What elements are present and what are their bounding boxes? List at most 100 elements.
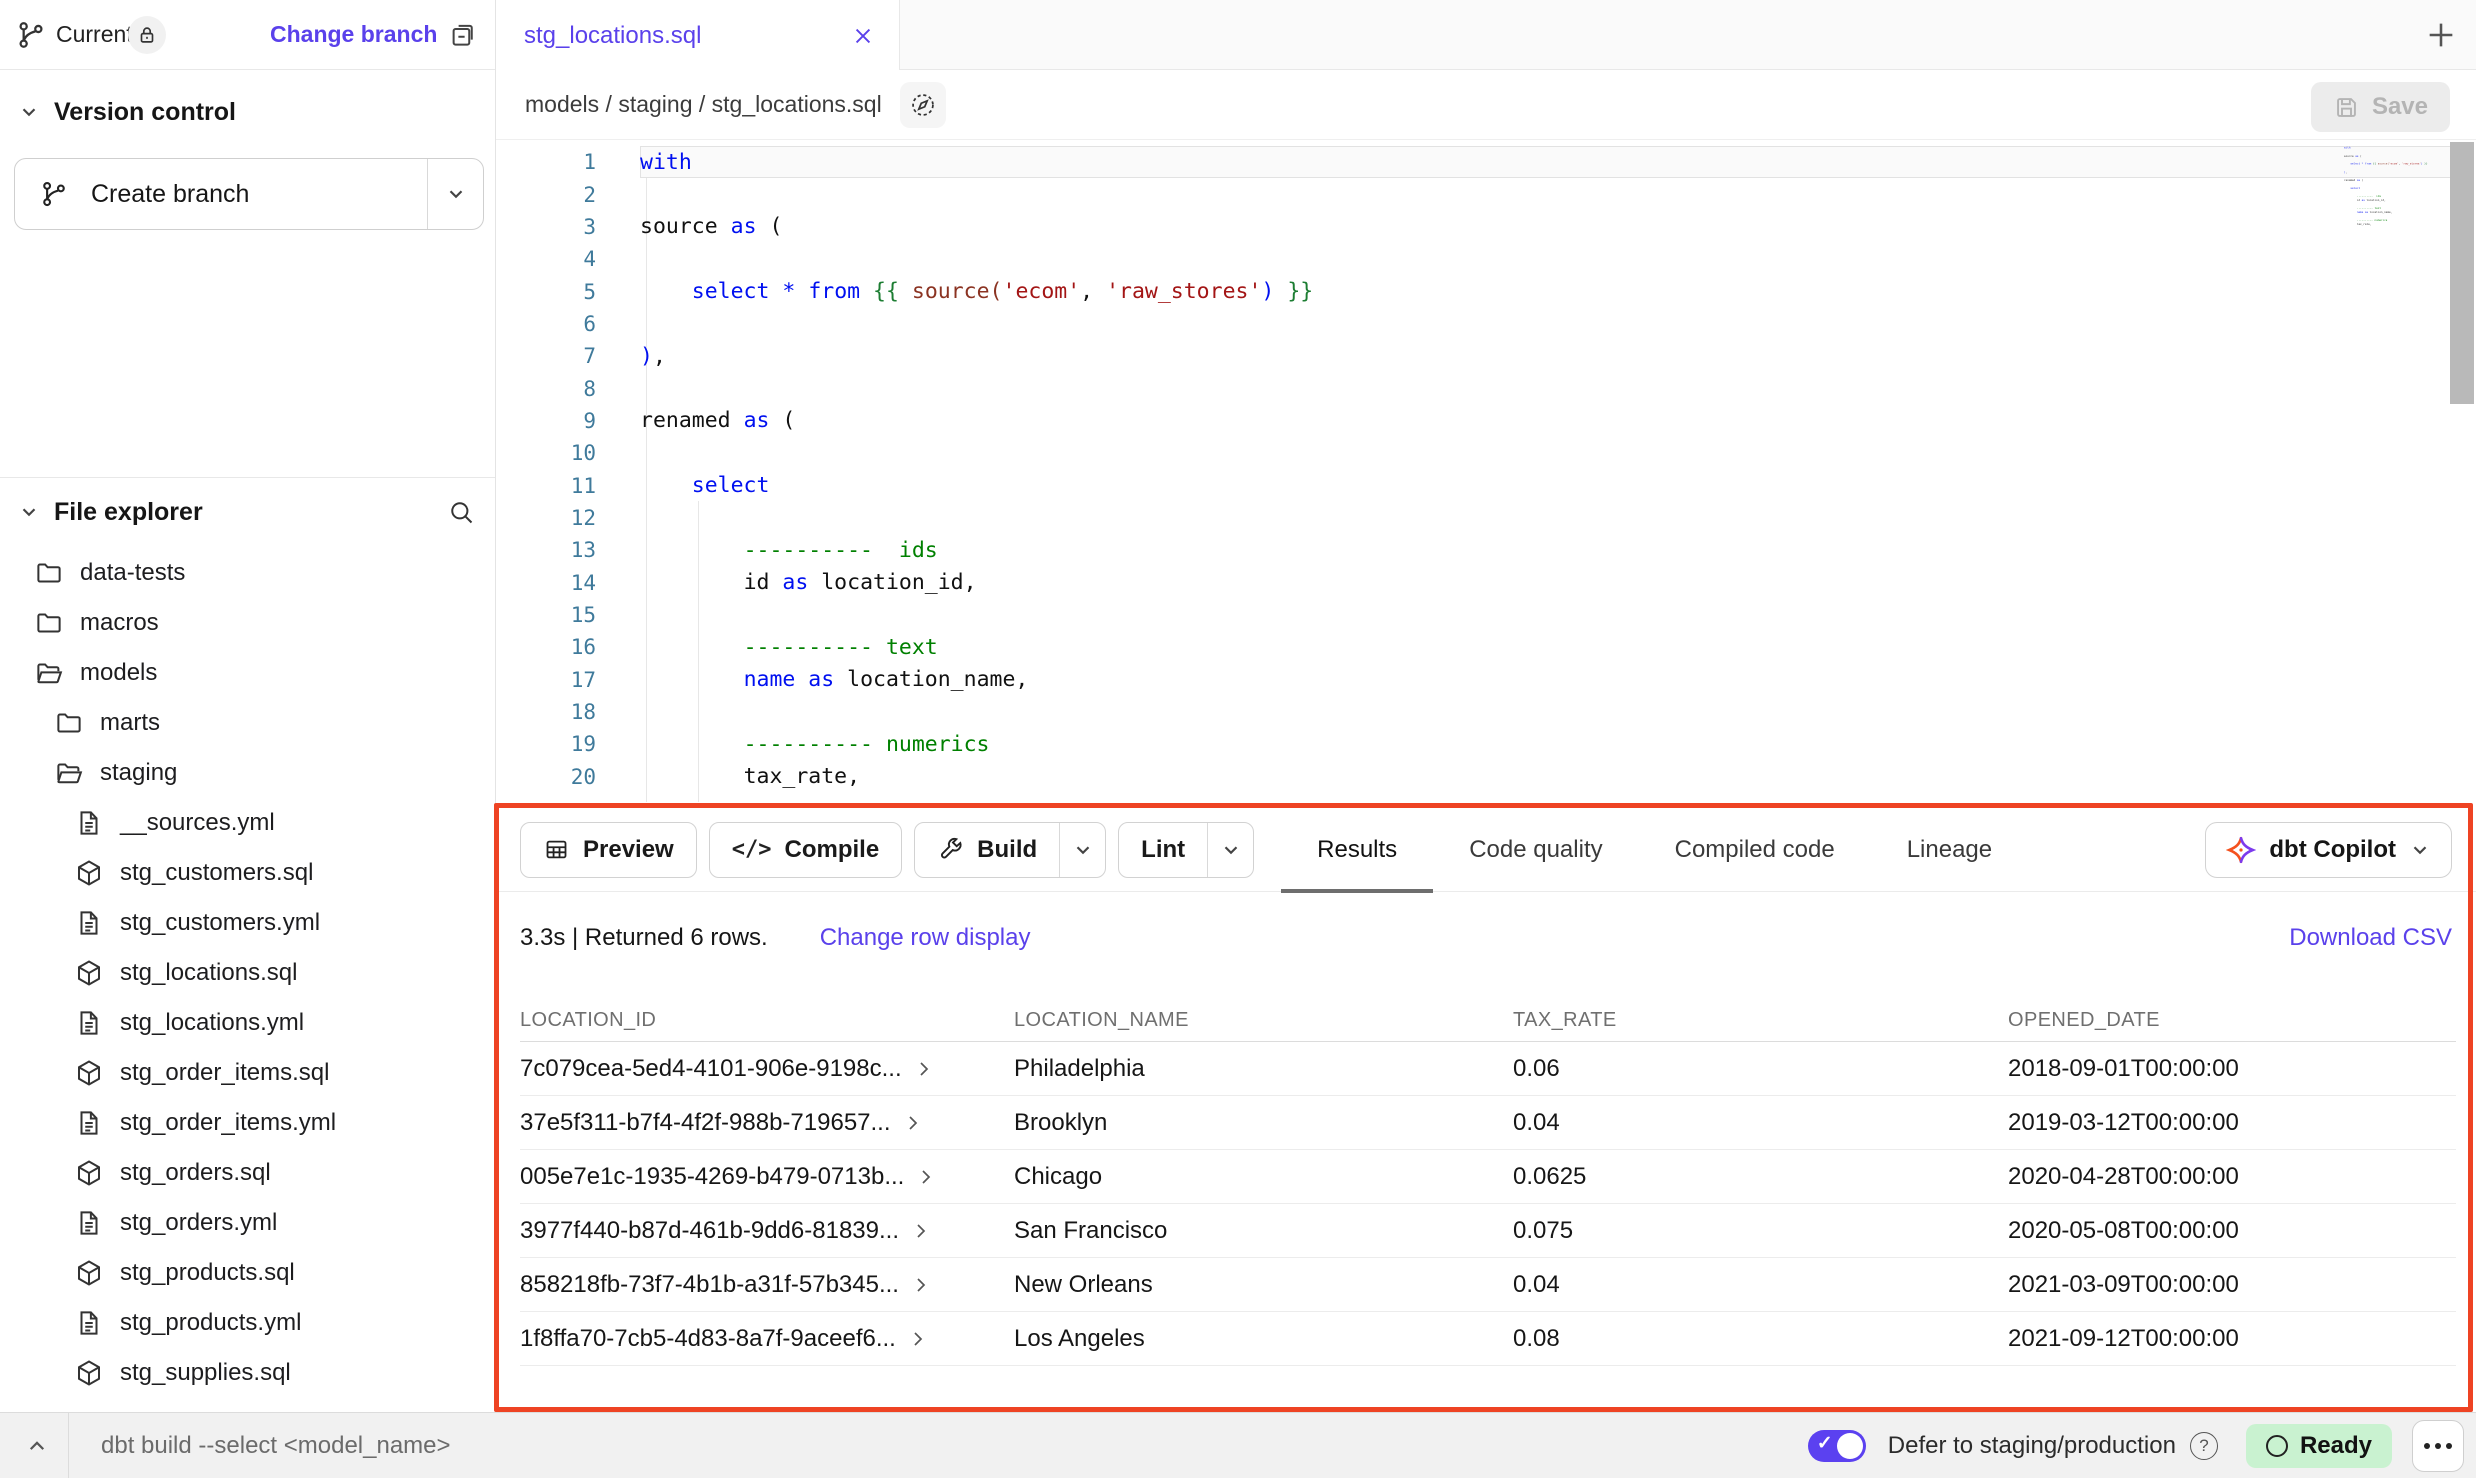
dbt-copilot-button[interactable]: dbt Copilot <box>2205 822 2452 878</box>
file-tree-item-macros[interactable]: macros <box>0 598 495 648</box>
code-line-18[interactable]: 18 <box>496 696 2476 728</box>
results-panel: Preview </> Compile Build <box>496 808 2476 1412</box>
chevron-up-icon[interactable] <box>22 1431 52 1461</box>
table-row[interactable]: 37e5f311-b7f4-4f2f-988b-719657... Brookl… <box>520 1096 2456 1150</box>
file-tree-item-stg-products-yml[interactable]: stg_products.yml <box>0 1298 495 1348</box>
download-csv-link[interactable]: Download CSV <box>2289 924 2452 952</box>
compile-button[interactable]: </> Compile <box>709 822 902 878</box>
column-header[interactable]: LOCATION_ID <box>520 1009 1014 1032</box>
file-tree-item-stg-order-items-yml[interactable]: stg_order_items.yml <box>0 1098 495 1148</box>
help-icon[interactable]: ? <box>2190 1432 2218 1460</box>
editor-scrollbar[interactable] <box>2450 142 2474 404</box>
expand-cell-icon[interactable] <box>914 1165 938 1189</box>
expand-cell-icon[interactable] <box>901 1111 925 1135</box>
table-row[interactable]: 858218fb-73f7-4b1b-a31f-57b345... New Or… <box>520 1258 2456 1312</box>
table-row[interactable]: 1f8ffa70-7cb5-4d83-8a7f-9aceef6... Los A… <box>520 1312 2456 1366</box>
expand-cell-icon[interactable] <box>912 1057 936 1081</box>
file-tree-item-stg-customers-sql[interactable]: stg_customers.sql <box>0 848 495 898</box>
change-row-display-link[interactable]: Change row display <box>820 924 1031 952</box>
panel-toolbar: Preview </> Compile Build <box>496 808 2476 892</box>
expand-cell-icon[interactable] <box>909 1219 933 1243</box>
panel-tab-results[interactable]: Results <box>1281 808 1433 892</box>
panel-tab-lineage[interactable]: Lineage <box>1871 808 2028 892</box>
defer-toggle[interactable]: ✓ <box>1808 1430 1866 1462</box>
code-line-10[interactable]: 10 <box>496 437 2476 469</box>
file-tree-item-staging[interactable]: staging <box>0 748 495 798</box>
code-line-19[interactable]: 19 ---------- numerics <box>496 728 2476 760</box>
create-branch-dropdown[interactable] <box>427 159 483 229</box>
code-line-14[interactable]: 14 id as location_id, <box>496 566 2476 598</box>
expand-cell-icon[interactable] <box>906 1327 930 1351</box>
cell-location-id: 3977f440-b87d-461b-9dd6-81839... <box>520 1217 899 1245</box>
command-input[interactable]: dbt build --select <model_name> <box>101 1432 1808 1460</box>
table-row[interactable]: 7c079cea-5ed4-4101-906e-9198c... Philade… <box>520 1042 2456 1096</box>
model-icon <box>74 1358 104 1388</box>
file-tree-item-stg-orders-sql[interactable]: stg_orders.sql <box>0 1148 495 1198</box>
code-line-2[interactable]: 2 <box>496 178 2476 210</box>
lint-dropdown[interactable] <box>1207 823 1253 877</box>
file-name: stg_locations.sql <box>120 959 297 987</box>
code-line-7[interactable]: 7 ), <box>496 340 2476 372</box>
tab-stg-locations-sql[interactable]: stg_locations.sql <box>496 0 900 71</box>
panel-tab-compiled-code[interactable]: Compiled code <box>1639 808 1871 892</box>
file-tree-item-stg-order-items-sql[interactable]: stg_order_items.sql <box>0 1048 495 1098</box>
sidebar: Current Change branch Version control <box>0 0 496 1412</box>
preview-button[interactable]: Preview <box>520 822 697 878</box>
ellipsis-menu-button[interactable] <box>2412 1420 2464 1472</box>
folder-icon <box>54 708 84 738</box>
code-line-12[interactable]: 12 <box>496 502 2476 534</box>
file-tree-item--sources-yml[interactable]: __sources.yml <box>0 798 495 848</box>
code-line-3[interactable]: 3 source as ( <box>496 211 2476 243</box>
file-tree-item-stg-locations-sql[interactable]: stg_locations.sql <box>0 948 495 998</box>
code-line-6[interactable]: 6 <box>496 308 2476 340</box>
file-tree-item-stg-customers-yml[interactable]: stg_customers.yml <box>0 898 495 948</box>
check-icon: ✓ <box>1817 1432 1833 1455</box>
change-branch-link[interactable]: Change branch <box>270 21 437 48</box>
code-editor[interactable]: 1 with 2 3 source as ( 4 5 select * from… <box>496 140 2476 808</box>
close-icon[interactable] <box>849 22 877 50</box>
file-tree-item-stg-supplies-sql[interactable]: stg_supplies.sql <box>0 1348 495 1398</box>
git-branch-icon <box>39 179 69 209</box>
model-icon <box>74 958 104 988</box>
build-dropdown[interactable] <box>1059 823 1105 877</box>
lint-button[interactable]: Lint <box>1118 822 1254 878</box>
line-number: 5 <box>496 280 596 304</box>
code-line-11[interactable]: 11 select <box>496 469 2476 501</box>
create-branch-button[interactable]: Create branch <box>14 158 484 230</box>
code-line-1[interactable]: 1 with <box>496 146 2476 178</box>
column-header[interactable]: OPENED_DATE <box>2008 1009 2456 1032</box>
folder-icon <box>34 608 64 638</box>
copy-icon[interactable] <box>448 19 478 49</box>
expand-cell-icon[interactable] <box>909 1273 933 1297</box>
new-tab-plus-icon[interactable] <box>2424 18 2458 52</box>
lineage-compass-icon[interactable] <box>900 82 946 128</box>
code-line-16[interactable]: 16 ---------- text <box>496 631 2476 663</box>
column-header[interactable]: LOCATION_NAME <box>1014 1009 1513 1032</box>
code-line-5[interactable]: 5 select * from {{ source('ecom', 'raw_s… <box>496 275 2476 307</box>
code-line-17[interactable]: 17 name as location_name, <box>496 664 2476 696</box>
code-line-4[interactable]: 4 <box>496 243 2476 275</box>
file-tree-item-stg-products-sql[interactable]: stg_products.sql <box>0 1248 495 1298</box>
version-control-header[interactable]: Version control <box>0 90 495 134</box>
chevron-down-icon <box>2409 839 2431 861</box>
table-row[interactable]: 005e7e1c-1935-4269-b479-0713b... Chicago… <box>520 1150 2456 1204</box>
column-header[interactable]: TAX_RATE <box>1513 1009 2008 1032</box>
save-button[interactable]: Save <box>2311 82 2450 132</box>
code-line-13[interactable]: 13 ---------- ids <box>496 534 2476 566</box>
file-explorer-header[interactable]: File explorer <box>0 484 495 540</box>
line-number: 7 <box>496 344 596 368</box>
code-line-9[interactable]: 9 renamed as ( <box>496 405 2476 437</box>
code-line-15[interactable]: 15 <box>496 599 2476 631</box>
file-tree-item-stg-orders-yml[interactable]: stg_orders.yml <box>0 1198 495 1248</box>
file-tree-item-stg-locations-yml[interactable]: stg_locations.yml <box>0 998 495 1048</box>
table-row[interactable]: 3977f440-b87d-461b-9dd6-81839... San Fra… <box>520 1204 2456 1258</box>
panel-tab-code-quality[interactable]: Code quality <box>1433 808 1638 892</box>
file-tree-item-data-tests[interactable]: data-tests <box>0 548 495 598</box>
code-line-20[interactable]: 20 tax_rate, <box>496 761 2476 793</box>
model-icon <box>74 858 104 888</box>
build-button[interactable]: Build <box>914 822 1106 878</box>
file-tree-item-models[interactable]: models <box>0 648 495 698</box>
code-line-8[interactable]: 8 <box>496 372 2476 404</box>
search-icon[interactable] <box>447 498 475 526</box>
file-tree-item-marts[interactable]: marts <box>0 698 495 748</box>
